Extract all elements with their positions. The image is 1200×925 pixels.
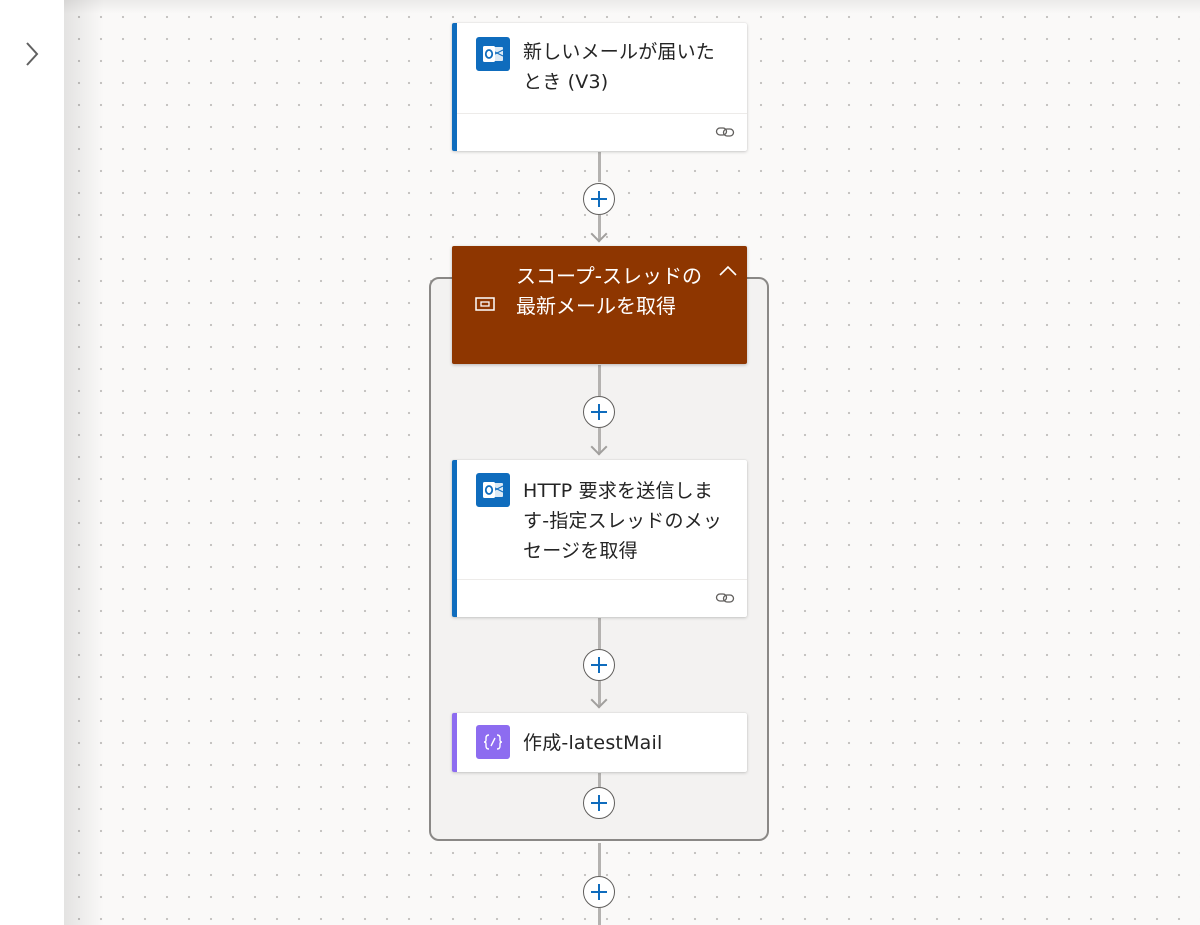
scope-icon — [475, 297, 495, 311]
connector-line — [598, 773, 601, 787]
plus-icon — [591, 404, 607, 420]
scope-title: スコープ-スレッドの最新メールを取得 — [516, 264, 703, 318]
connector-line — [598, 365, 601, 396]
trigger-title: 新しいメールが届いたとき (V3) — [523, 41, 716, 93]
card-footer — [457, 113, 747, 151]
connector-line — [598, 618, 601, 649]
chevron-up-icon — [719, 265, 737, 276]
trigger-card[interactable]: 新しいメールが届いたとき (V3) — [452, 23, 747, 151]
http-action-title: HTTP 要求を送信します-指定スレッドのメッセージを取得 — [523, 480, 723, 562]
compose-action-title: 作成-latestMail — [523, 732, 663, 754]
plus-icon — [591, 884, 607, 900]
connector-line — [598, 908, 601, 925]
connector-line — [598, 843, 601, 876]
outlook-icon — [476, 473, 510, 507]
add-step-button[interactable] — [583, 183, 615, 215]
link-icon — [715, 127, 735, 137]
scope-header[interactable]: スコープ-スレッドの最新メールを取得 — [452, 246, 747, 364]
outlook-icon — [476, 37, 510, 71]
plus-icon — [591, 191, 607, 207]
add-step-button[interactable] — [583, 876, 615, 908]
plus-icon — [591, 795, 607, 811]
card-footer — [457, 579, 747, 617]
connector-line — [598, 152, 601, 182]
add-step-button[interactable] — [583, 396, 615, 428]
plus-icon — [591, 657, 607, 673]
link-icon — [715, 593, 735, 603]
collapse-scope-button[interactable] — [715, 260, 741, 282]
add-step-button[interactable] — [583, 649, 615, 681]
http-action-card[interactable]: HTTP 要求を送信します-指定スレッドのメッセージを取得 — [452, 460, 747, 617]
chevron-right-icon — [26, 42, 39, 66]
card-accent — [452, 713, 457, 772]
compose-action-card[interactable]: 作成-latestMail — [452, 713, 747, 772]
add-step-button[interactable] — [583, 787, 615, 819]
compose-icon — [476, 725, 510, 759]
side-panel — [0, 0, 64, 925]
expand-panel-button[interactable] — [14, 36, 50, 72]
